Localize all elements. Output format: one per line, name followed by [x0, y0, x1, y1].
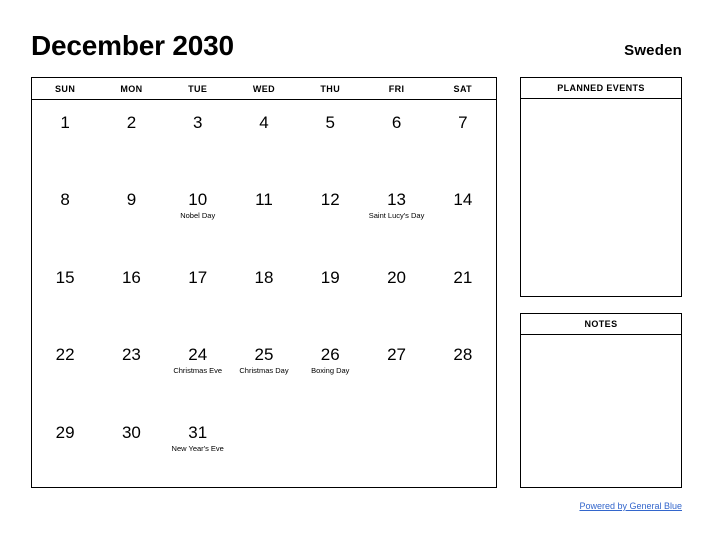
weekday-header-wed: WED — [252, 83, 276, 94]
day-number: 13 — [387, 190, 406, 210]
day-cell[interactable]: 29 — [32, 410, 98, 487]
day-number: 8 — [60, 190, 70, 210]
day-number: 2 — [126, 113, 137, 132]
day-number: 7 — [458, 113, 468, 132]
weekday-header-fri: FRI — [388, 83, 405, 94]
notes-body[interactable] — [521, 335, 681, 487]
day-cell[interactable]: 8 — [32, 177, 98, 254]
day-cell[interactable] — [363, 410, 429, 487]
day-number: 24 — [188, 345, 208, 365]
day-cell[interactable]: 9 — [98, 177, 164, 254]
day-cell[interactable]: 16 — [98, 255, 164, 332]
day-number: 16 — [121, 267, 141, 287]
day-cell[interactable]: 14 — [430, 177, 496, 254]
day-number: 26 — [320, 345, 340, 365]
notes-panel: NOTES — [520, 313, 682, 488]
day-cell[interactable]: 30 — [98, 410, 164, 487]
day-number: 18 — [254, 267, 274, 287]
day-cell[interactable]: 28 — [430, 332, 496, 409]
day-number: 4 — [259, 113, 269, 132]
day-cell[interactable]: 22 — [32, 332, 98, 409]
weekday-header-thu: THU — [320, 83, 341, 94]
day-number: 29 — [55, 422, 75, 442]
day-number: 22 — [55, 345, 75, 365]
day-cell[interactable]: 27 — [363, 332, 429, 409]
day-holiday-label: Saint Lucy's Day — [368, 211, 425, 221]
calendar-grid: SUN MON TUE WED THU FRI SAT 1 2 3 4 5 6 … — [31, 77, 497, 488]
week-row: 1 2 3 4 5 6 7 — [32, 100, 496, 177]
page-header: December 2030 Sweden — [31, 30, 682, 66]
week-row: 29 30 31 New Year's Eve — [32, 410, 496, 487]
country-label: Sweden — [624, 42, 682, 59]
day-number: 30 — [121, 422, 141, 442]
day-number: 11 — [255, 190, 273, 210]
week-row: 22 23 24 Christmas Eve 25 Christmas Day … — [32, 332, 496, 409]
day-number: 20 — [387, 267, 406, 287]
day-cell[interactable]: 4 — [231, 100, 297, 177]
day-cell[interactable]: 15 — [32, 255, 98, 332]
notes-title: NOTES — [521, 314, 681, 335]
day-cell[interactable]: 23 — [98, 332, 164, 409]
day-cell[interactable]: 3 — [165, 100, 231, 177]
day-cell[interactable]: 19 — [297, 255, 363, 332]
day-number: 25 — [254, 345, 274, 365]
day-number: 31 — [188, 422, 208, 442]
day-holiday-label: Nobel Day — [180, 211, 216, 221]
day-number: 10 — [188, 190, 208, 210]
day-number: 17 — [188, 267, 208, 287]
planned-events-panel: PLANNED EVENTS — [520, 77, 682, 297]
day-cell[interactable]: 1 — [32, 100, 98, 177]
weekday-header-tue: TUE — [188, 83, 208, 94]
day-cell[interactable]: 25 Christmas Day — [231, 332, 297, 409]
calendar-page: December 2030 Sweden SUN MON TUE WED THU… — [0, 0, 712, 550]
planned-events-body[interactable] — [521, 99, 681, 296]
day-cell[interactable] — [430, 410, 496, 487]
day-cell[interactable]: 11 — [231, 177, 297, 254]
day-number: 21 — [453, 267, 473, 287]
planned-events-title: PLANNED EVENTS — [521, 78, 681, 99]
day-cell[interactable]: 24 Christmas Eve — [165, 332, 231, 409]
day-holiday-label: Boxing Day — [311, 366, 350, 376]
day-cell[interactable]: 20 — [363, 255, 429, 332]
day-number: 5 — [325, 113, 335, 132]
footer: Powered by General Blue — [382, 496, 682, 514]
day-cell[interactable]: 17 — [165, 255, 231, 332]
day-number: 28 — [453, 345, 473, 365]
week-row: 8 9 10 Nobel Day 11 12 13 Saint Lucy's D… — [32, 177, 496, 254]
day-cell[interactable]: 5 — [297, 100, 363, 177]
day-cell[interactable]: 10 Nobel Day — [165, 177, 231, 254]
day-cell[interactable]: 7 — [430, 100, 496, 177]
day-cell[interactable] — [297, 410, 363, 487]
powered-by-link[interactable]: Powered by General Blue — [579, 501, 682, 511]
day-cell[interactable]: 18 — [231, 255, 297, 332]
day-number: 12 — [320, 190, 340, 210]
day-cell[interactable]: 21 — [430, 255, 496, 332]
day-cell[interactable]: 26 Boxing Day — [297, 332, 363, 409]
weekday-header-mon: MON — [120, 83, 143, 94]
day-number: 1 — [60, 113, 70, 132]
day-number: 3 — [192, 113, 203, 132]
day-cell[interactable] — [231, 410, 297, 487]
day-number: 14 — [453, 190, 473, 210]
calendar-weeks: 1 2 3 4 5 6 7 8 9 10 Nobel Day 11 12 13 … — [32, 100, 496, 487]
day-holiday-label: Christmas Eve — [173, 366, 223, 376]
weekday-header-sat: SAT — [453, 83, 473, 94]
weekday-header-row: SUN MON TUE WED THU FRI SAT — [32, 78, 496, 100]
weekday-header-sun: SUN — [55, 83, 76, 94]
day-number: 19 — [320, 267, 340, 287]
day-number: 15 — [55, 267, 75, 287]
day-cell[interactable]: 6 — [363, 100, 429, 177]
day-holiday-label: New Year's Eve — [171, 443, 224, 453]
day-number: 27 — [387, 345, 406, 365]
page-title: December 2030 — [31, 30, 234, 61]
week-row: 15 16 17 18 19 20 21 — [32, 255, 496, 332]
day-cell[interactable]: 31 New Year's Eve — [165, 410, 231, 487]
day-number: 23 — [121, 345, 141, 365]
day-cell[interactable]: 2 — [98, 100, 164, 177]
day-cell[interactable]: 12 — [297, 177, 363, 254]
day-cell[interactable]: 13 Saint Lucy's Day — [363, 177, 429, 254]
day-number: 9 — [126, 190, 137, 210]
day-number: 6 — [391, 113, 402, 132]
day-holiday-label: Christmas Day — [239, 366, 289, 376]
